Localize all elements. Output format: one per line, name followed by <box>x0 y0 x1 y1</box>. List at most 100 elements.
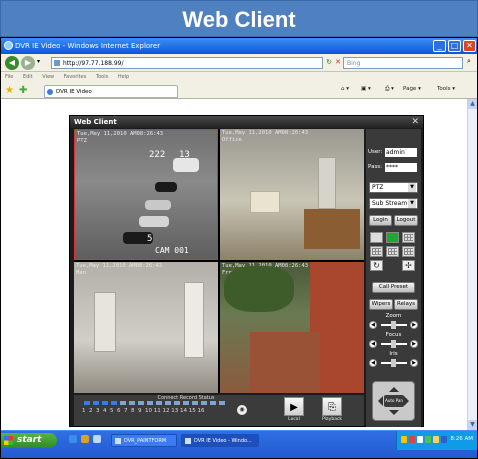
zoom-control[interactable]: ◀ ▶ <box>369 321 418 330</box>
clock: 8:26 AM <box>450 436 473 442</box>
zoom-knob[interactable] <box>391 321 396 329</box>
iris-open-icon[interactable]: ▶ <box>410 359 418 367</box>
forward-button[interactable]: ▶ <box>21 56 35 70</box>
browser-window: DVR IE Video - Windows Internet Explorer… <box>0 37 478 459</box>
url-field[interactable]: http://97.77.188.99/ <box>51 57 323 69</box>
ie-quicklaunch-icon[interactable] <box>69 435 77 443</box>
menu-favorites[interactable]: Favorites <box>64 74 87 80</box>
menu-tools[interactable]: Tools <box>96 74 108 80</box>
menu-help[interactable]: Help <box>118 74 129 80</box>
ie-icon <box>4 41 13 50</box>
iris-close-icon[interactable]: ◀ <box>369 359 377 367</box>
camera-view-1[interactable]: Tue,May 11,2010 AM08:26:43 PTZ 222 13 5 … <box>74 129 218 260</box>
channel-cycle-icon[interactable]: ◉ <box>237 405 247 415</box>
logout-button[interactable]: Logout <box>394 215 418 226</box>
ptz-right-icon[interactable] <box>404 396 414 406</box>
vehicle <box>155 182 177 192</box>
ptz-up-icon[interactable] <box>389 382 399 392</box>
browser-tab[interactable]: DVR IE Video <box>44 85 178 98</box>
start-button[interactable]: start <box>1 433 57 448</box>
app-close-icon[interactable]: ✕ <box>411 116 419 128</box>
channel-led <box>102 401 108 405</box>
tools-menu[interactable]: Tools ▾ <box>437 86 455 92</box>
desktop-quicklaunch-icon[interactable] <box>93 435 101 443</box>
favorites-star-icon[interactable]: ★ <box>5 85 14 96</box>
tray-icon[interactable] <box>425 436 431 443</box>
zoom-in-icon[interactable]: ▶ <box>410 321 418 329</box>
cycle-icon[interactable]: ↻ <box>370 260 383 271</box>
tray-icon[interactable] <box>401 436 407 443</box>
menu-file[interactable]: File <box>5 74 13 80</box>
vehicle <box>145 200 171 210</box>
layout-8-icon[interactable] <box>386 246 399 257</box>
minimize-button[interactable]: _ <box>433 40 446 52</box>
menu-edit[interactable]: Edit <box>23 74 33 80</box>
call-preset-button[interactable]: Call Preset <box>372 282 415 293</box>
add-favorites-icon[interactable]: ✚ <box>19 85 27 96</box>
channel-led <box>210 401 216 405</box>
parking-number: 222 <box>149 150 166 160</box>
playback-label: Playback <box>321 417 343 422</box>
layout-6-icon[interactable] <box>370 246 383 257</box>
tray-icon[interactable] <box>417 436 423 443</box>
page-scrollbar[interactable]: ▲ ▼ <box>467 99 477 430</box>
focus-near-icon[interactable]: ◀ <box>369 340 377 348</box>
search-input[interactable]: Bing <box>343 57 463 69</box>
menu-bar: File Edit View Favorites Tools Help <box>1 72 477 83</box>
tray-icon[interactable] <box>441 436 447 443</box>
playback-button[interactable]: ⎘ <box>322 397 342 416</box>
ptz-down-icon[interactable] <box>389 410 399 420</box>
ptz-direction-pad: Auto Pan <box>372 381 415 421</box>
auto-pan-button[interactable]: Auto Pan <box>384 395 404 407</box>
back-button[interactable]: ◀ <box>5 56 19 70</box>
local-play-button[interactable]: ▶ <box>284 397 304 416</box>
stop-icon[interactable]: ✕ <box>333 57 343 68</box>
tray-icon[interactable] <box>409 436 415 443</box>
maximize-button[interactable]: □ <box>448 40 461 52</box>
camera-view-2[interactable]: Tue,May 11,2010 AM08:26:43 Office <box>220 129 364 260</box>
scroll-up-icon[interactable]: ▲ <box>468 99 477 109</box>
office-door <box>318 157 336 209</box>
explorer-quicklaunch-icon[interactable] <box>81 435 89 443</box>
login-button[interactable]: Login <box>369 215 392 226</box>
history-dropdown-icon[interactable]: ▾ <box>37 58 40 65</box>
layout-1-icon[interactable] <box>370 232 383 243</box>
layout-4-icon[interactable] <box>386 232 399 243</box>
focus-far-icon[interactable]: ▶ <box>410 340 418 348</box>
channel-numbers: 1 2 3 4 5 6 7 8 9 10 11 12 13 14 15 16 <box>82 408 205 414</box>
tray-icon[interactable] <box>433 436 439 443</box>
mode-select[interactable]: PTZ <box>369 182 418 193</box>
iris-control[interactable]: ◀ ▶ <box>369 359 418 368</box>
password-input[interactable]: **** <box>385 163 417 172</box>
taskbar-item-paintform[interactable]: DVR_PAINTFORM <box>111 434 177 447</box>
fullscreen-icon[interactable]: ✢ <box>402 260 415 271</box>
dvr-web-client: Web Client ✕ Tue,May 11,2010 AM08:26:43 … <box>69 115 424 427</box>
control-panel: User: admin Pass: **** PTZ Sub Stream Lo… <box>366 129 421 427</box>
focus-knob[interactable] <box>391 340 396 348</box>
menu-view[interactable]: View <box>42 74 54 80</box>
wipers-button[interactable]: Wipers <box>369 299 393 310</box>
page-menu[interactable]: Page ▾ <box>403 86 421 92</box>
stream-select[interactable]: Sub Stream <box>369 198 418 209</box>
zoom-out-icon[interactable]: ◀ <box>369 321 377 329</box>
channel-led <box>192 401 198 405</box>
layout-16-icon[interactable] <box>402 246 415 257</box>
user-input[interactable]: admin <box>385 148 417 157</box>
feeds-icon[interactable]: ▣ ▾ <box>361 86 371 92</box>
page-content: Web Client ✕ Tue,May 11,2010 AM08:26:43 … <box>1 99 467 430</box>
camera-view-3[interactable]: Tue,May 11,2010 AM08:26:43 Man <box>74 262 218 393</box>
print-icon[interactable]: ⎙ ▾ <box>385 86 394 93</box>
relays-button[interactable]: Relays <box>394 299 418 310</box>
camera-view-4[interactable]: Tue,May 11,2010 AM08:26:43 Front <box>220 262 364 393</box>
search-icon[interactable]: ⌕ <box>463 57 475 69</box>
taskbar-item-ie[interactable]: DVR IE Video - Windo... <box>181 434 259 447</box>
parking-number: 5 <box>147 234 153 244</box>
layout-9-icon[interactable] <box>402 232 415 243</box>
channel-led <box>138 401 144 405</box>
ptz-left-icon[interactable] <box>373 396 383 406</box>
iris-knob[interactable] <box>391 359 396 367</box>
focus-control[interactable]: ◀ ▶ <box>369 340 418 349</box>
close-button[interactable]: ✕ <box>463 40 476 52</box>
scroll-down-icon[interactable]: ▼ <box>468 420 477 430</box>
home-icon[interactable]: ⌂ ▾ <box>341 86 349 92</box>
